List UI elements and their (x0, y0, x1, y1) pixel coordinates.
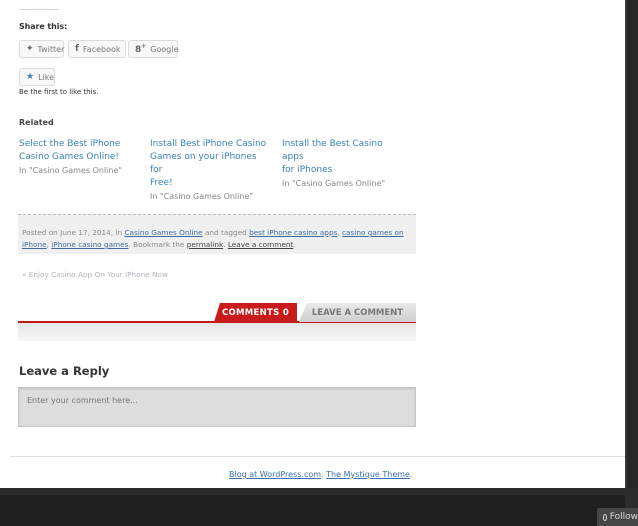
related-item: Select the Best iPhone Casino Games Onli… (19, 138, 139, 177)
footer-divider (10, 456, 625, 457)
related-item: Install the Best Casino apps for iPhones… (282, 138, 402, 190)
share-twitter-button[interactable]: ✦ Twitter (19, 40, 64, 58)
related-category: In "Casino Games Online" (19, 166, 123, 175)
footer-credit: Blog at WordPress.com. The Mystique Them… (229, 470, 413, 479)
divider (19, 9, 59, 10)
share-facebook-button[interactable]: f Facebook (68, 40, 126, 58)
tabs-underlay (18, 321, 416, 341)
post-meta: Posted on June 17, 2014, in Casino Games… (18, 214, 416, 254)
previous-post-link[interactable]: « Enjoy Casino App On Your iPhone Now (22, 270, 168, 279)
follow-icon (603, 513, 607, 521)
related-category: In "Casino Games Online" (282, 179, 386, 188)
follow-button[interactable]: Follow (597, 508, 638, 526)
tag-link[interactable]: iPhone casino games (51, 240, 128, 249)
bottom-frame-inner (0, 495, 625, 526)
permalink-link[interactable]: permalink (187, 240, 223, 249)
tag-link[interactable]: best iPhone casino apps (249, 228, 337, 237)
share-title: Share this: (19, 22, 68, 31)
page-content: Share this: ✦ Twitter f Facebook 8+ Goog… (0, 0, 625, 488)
related-link[interactable]: Install the Best Casino apps for iPhones (282, 138, 402, 177)
reply-heading: Leave a Reply (19, 364, 110, 378)
category-link[interactable]: Casino Games Online (124, 228, 202, 237)
google-plus-icon: 8+ (135, 43, 147, 55)
wordpress-link[interactable]: Blog at WordPress.com (229, 470, 321, 479)
leave-comment-link[interactable]: Leave a comment (228, 240, 293, 249)
comment-tabs: COMMENTS 0 LEAVE A COMMENT (18, 301, 416, 341)
related-heading: Related (19, 118, 54, 127)
tab-comments[interactable]: COMMENTS 0 (214, 303, 297, 322)
related-category: In "Casino Games Online" (150, 192, 254, 201)
related-link[interactable]: Install Best iPhone Casino Games on your… (150, 138, 270, 190)
twitter-icon: ✦ (26, 44, 34, 54)
related-link[interactable]: Select the Best iPhone Casino Games Onli… (19, 138, 139, 164)
comment-input[interactable] (18, 387, 416, 427)
star-icon: ★ (26, 72, 35, 82)
left-arrow-icon: « (22, 270, 27, 279)
like-button[interactable]: ★ Like (19, 68, 55, 86)
tab-leave-comment[interactable]: LEAVE A COMMENT (299, 303, 416, 322)
theme-link[interactable]: The Mystique Theme (326, 470, 410, 479)
like-note: Be the first to like this. (19, 88, 99, 96)
share-google-button[interactable]: 8+ Google (128, 40, 179, 58)
facebook-icon: f (75, 44, 79, 54)
related-item: Install Best iPhone Casino Games on your… (150, 138, 270, 203)
frame-edge (625, 0, 627, 488)
